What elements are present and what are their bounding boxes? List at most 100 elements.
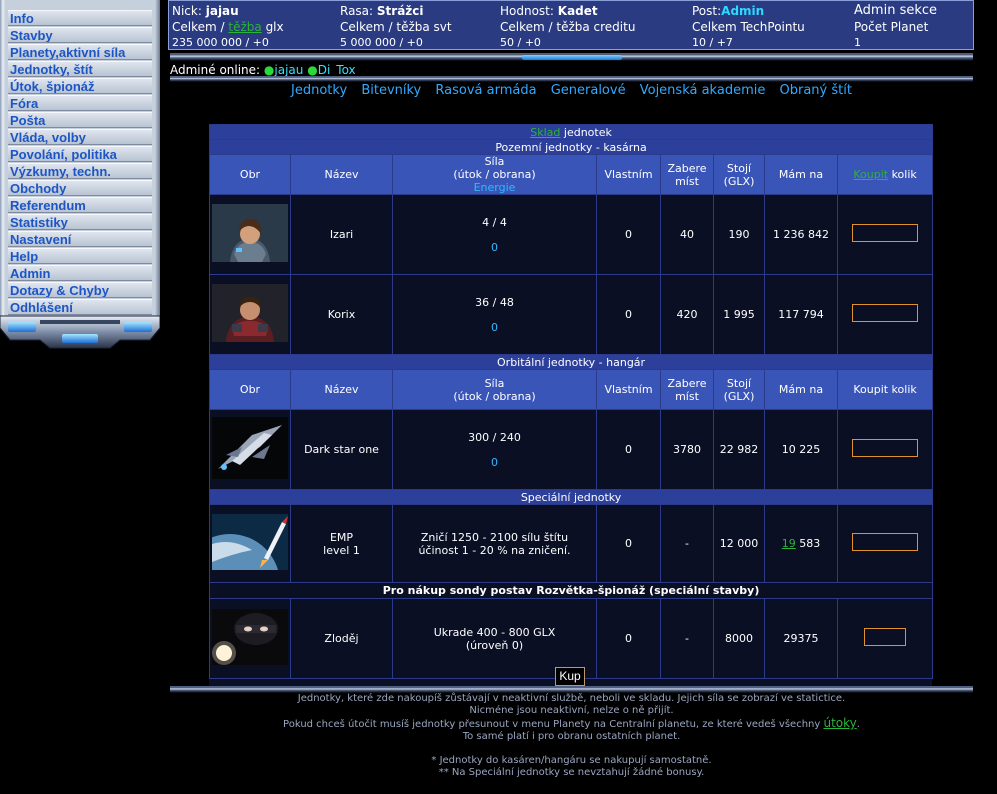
menu-item-fora[interactable]: Fóra [8, 95, 152, 111]
unit-energy: 0 [491, 240, 498, 254]
online-dot-icon: ● [263, 63, 275, 77]
section-special: Speciální jednotky [208, 489, 934, 505]
unit-owned: 0 [596, 504, 661, 583]
unit-name: Korix [290, 274, 393, 355]
buy-button[interactable]: Kup [555, 667, 585, 686]
menu-item-statistiky[interactable]: Statistiky [8, 214, 152, 230]
col-cost-sub: (GLX) [723, 389, 755, 403]
unit-cost: 22 982 [713, 409, 765, 490]
menu-item-odhlaseni[interactable]: Odhlášení [8, 299, 152, 315]
unit-buy-cell [836, 409, 934, 490]
table-header-ground: Obr Název Síla (útok / obrana) Energie V… [209, 154, 934, 195]
menu-item-stavby[interactable]: Stavby [8, 27, 152, 43]
unit-have: 1 236 842 [764, 194, 838, 275]
planets-label: Počet Planet [854, 20, 929, 34]
planets-value: 1 [854, 36, 861, 49]
col-buy-rest: kolik [891, 168, 917, 181]
col-space: Zabere míst [660, 154, 714, 195]
unit-space: 420 [660, 274, 714, 355]
unit-buy-cell [836, 274, 934, 355]
unit-space: 3780 [660, 409, 714, 490]
units-warehouse-panel: Sklad jednotek Pozemní jednotky - kasárn… [208, 124, 934, 688]
col-image: Obr [209, 154, 291, 195]
warehouse-title: Sklad jednotek [208, 124, 934, 140]
subnav-bitevniky[interactable]: Bitevníky [361, 83, 421, 98]
glx-value: 235 000 000 / +0 [172, 36, 269, 49]
menu-item-obchody[interactable]: Obchody [8, 180, 152, 196]
rocket-over-planet-icon [212, 514, 288, 570]
menu-item-jednotky[interactable]: Jednotky, štít [8, 61, 152, 77]
units-table: Sklad jednotek Pozemní jednotky - kasárn… [208, 124, 934, 679]
warehouse-title-rest: jednotek [563, 125, 612, 139]
col-cost-sub: (GLX) [723, 174, 755, 188]
glx-unit: glx [265, 20, 284, 34]
subnav-rasova-armada[interactable]: Rasová armáda [435, 83, 536, 98]
menu-item-referendum[interactable]: Referendum [8, 197, 152, 213]
koupit-link[interactable]: Koupit [853, 168, 888, 181]
buy-quantity-input[interactable] [852, 439, 919, 457]
unit-power-cell: 4 / 4 0 [392, 194, 597, 275]
admin-section-link[interactable]: Admin sekce [854, 3, 937, 18]
section-orbital: Orbitální jednotky - hangár [208, 354, 934, 370]
col-energy: Energie [473, 181, 516, 194]
menu-item-nastaveni[interactable]: Nastavení [8, 231, 152, 247]
buy-quantity-input[interactable] [852, 533, 919, 551]
unit-power: 4 / 4 [482, 215, 507, 229]
stat-post: Post:Admin Celkem TechPointu 10 / +7 [692, 3, 805, 51]
menu-item-planety[interactable]: Planety,aktivní síla [8, 44, 152, 60]
col-image: Obr [209, 369, 291, 410]
subnav-jednotky[interactable]: Jednotky [291, 83, 347, 98]
unit-name: Izari [290, 194, 393, 275]
menu-item-admin[interactable]: Admin [8, 265, 152, 281]
menu-item-vlada[interactable]: Vláda, volby [8, 129, 152, 145]
col-name: Název [290, 154, 393, 195]
tezba-link[interactable]: těžba [228, 20, 261, 34]
footer-line-3-text: Pokud chceš útočit musíš jednotky přesun… [283, 719, 821, 730]
sklad-link[interactable]: Sklad [530, 126, 560, 139]
svt-label: Celkem / těžba svt [340, 20, 452, 34]
menu-item-help[interactable]: Help [8, 248, 152, 264]
unit-have: 583 [799, 537, 821, 550]
col-have: Mám na [764, 154, 838, 195]
col-power-sub: (útok / obrana) [453, 168, 536, 181]
online-user-jajau[interactable]: jajau [274, 63, 303, 77]
subnav-vojenska-akademie[interactable]: Vojenská akademie [640, 83, 766, 98]
hodnost-value: Kadet [557, 4, 598, 18]
unit-power-cell: 300 / 240 0 [392, 409, 597, 490]
buy-quantity-input[interactable] [864, 628, 907, 646]
subnav-generalove[interactable]: Generalové [551, 83, 626, 98]
footer-line-1: Jednotky, které zde nakoupíš zůstávají v… [297, 693, 846, 704]
col-power: Síla (útok / obrana) [392, 369, 597, 410]
col-cost: Stojí (GLX) [713, 154, 765, 195]
unit-name: Dark star one [290, 409, 393, 490]
menu-item-posta[interactable]: Pošta [8, 112, 152, 128]
menu-item-dotazy[interactable]: Dotazy & Chyby [8, 282, 152, 298]
online-user-di-tox[interactable]: Di_Tox [318, 63, 356, 77]
stat-planets: Admin sekce Počet Planet 1 [854, 3, 937, 51]
unit-desc-line1: Ukrade 400 - 800 GLX [433, 625, 556, 639]
buy-quantity-input[interactable] [852, 304, 919, 322]
menu-item-povolani[interactable]: Povolání, politika [8, 146, 152, 162]
col-cost-label: Stojí [726, 376, 752, 390]
unit-have-cell: 19 583 [764, 504, 838, 583]
subnav-obrany-stit[interactable]: Obraný štít [780, 83, 852, 98]
have-link[interactable]: 19 [782, 537, 796, 550]
unit-buy-cell [836, 504, 934, 583]
buy-quantity-input[interactable] [852, 224, 919, 242]
col-space-label: Zabere [667, 161, 707, 175]
unit-space: - [660, 598, 714, 679]
col-power: Síla (útok / obrana) Energie [392, 154, 597, 195]
menu-item-vyzkumy[interactable]: Výzkumy, techn. [8, 163, 152, 179]
unit-space: - [660, 504, 714, 583]
unit-image-cell [209, 409, 291, 490]
unit-owned: 0 [596, 194, 661, 275]
credit-value: 50 / +0 [500, 36, 541, 49]
unit-cost: 190 [713, 194, 765, 275]
menu-item-info[interactable]: Info [8, 10, 152, 26]
utoky-link[interactable]: útoky [823, 716, 856, 730]
starship-icon [212, 417, 288, 479]
menu-item-utok[interactable]: Útok, špionáž [8, 78, 152, 94]
unit-image-cell [209, 274, 291, 355]
unit-cost: 12 000 [713, 504, 765, 583]
post-label: Post: [692, 4, 722, 18]
